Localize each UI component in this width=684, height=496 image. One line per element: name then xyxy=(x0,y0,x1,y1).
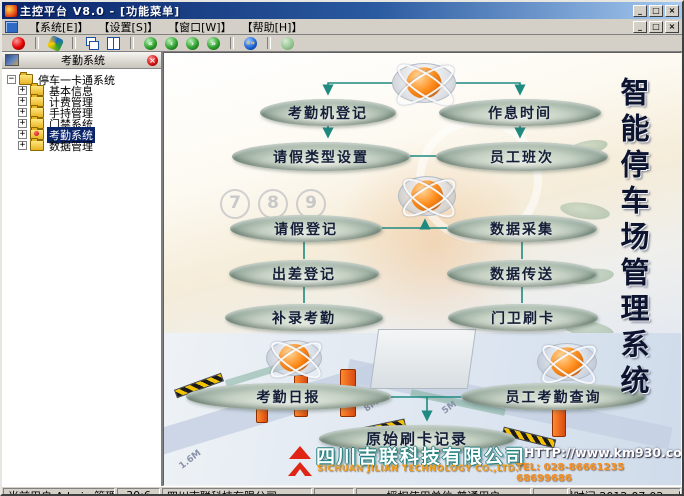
tile-windows-icon[interactable] xyxy=(107,37,120,50)
sidebar-header: 考勤系统 × xyxy=(2,52,161,69)
flow-node-leave-register[interactable]: 请假登记 xyxy=(230,215,382,242)
module-tree: − 停车一卡通系统 + 基本信息 + 计费管理 + 手持管理 xyxy=(2,69,161,156)
toolbar-separator xyxy=(267,37,271,49)
flow-node-business-trip-register[interactable]: 出差登记 xyxy=(229,260,379,287)
nav-last-icon[interactable]: » xyxy=(207,37,220,50)
app-icon xyxy=(5,5,17,17)
globe-icon xyxy=(266,340,322,376)
toolbar-separator xyxy=(72,37,76,49)
app-window: 主控平台 V8.0 - [功能菜单] _ □ × 【系统[E]】 【设置[S]】… xyxy=(0,0,684,496)
nav-first-icon[interactable]: « xyxy=(144,37,157,50)
main-canvas: 7 8 9 8M xyxy=(163,52,682,486)
flow-node-work-schedule[interactable]: 作息时间 xyxy=(439,99,601,126)
menu-help[interactable]: 【帮助[H]】 xyxy=(237,19,308,35)
website-icon[interactable]: »» xyxy=(244,37,257,50)
cascade-windows-icon[interactable] xyxy=(86,37,99,50)
toolbar: « ‹ › » »» xyxy=(2,35,682,52)
title-bar: 主控平台 V8.0 - [功能菜单] _ □ × xyxy=(2,2,682,19)
company-name-en: SICHUAN JILIAN TECHNOLOGY CO.,LTD. xyxy=(317,464,519,474)
expand-icon[interactable]: + xyxy=(18,141,27,150)
tree-item-data-mgmt[interactable]: + 数据管理 xyxy=(18,140,159,151)
company-website[interactable]: HTTP://www.km930.com xyxy=(524,445,682,460)
toolbar-separator xyxy=(130,37,134,49)
module-icon xyxy=(5,54,19,66)
expand-icon[interactable]: + xyxy=(18,119,27,128)
menu-window[interactable]: 【窗口[W]】 xyxy=(163,19,236,35)
globe-icon xyxy=(398,176,456,216)
company-logo xyxy=(286,446,314,476)
weekday-value: 星期一 xyxy=(677,488,681,496)
close-icon[interactable]: × xyxy=(665,5,679,17)
online-status-icon[interactable] xyxy=(281,37,294,50)
nav-next-icon[interactable]: › xyxy=(186,37,199,50)
restore-icon[interactable]: □ xyxy=(649,5,663,17)
sidebar-title: 考勤系统 xyxy=(19,52,147,68)
sidebar-close-icon[interactable]: × xyxy=(147,55,158,66)
dimension-label: 1.6M xyxy=(178,448,204,471)
globe-icon xyxy=(537,343,597,381)
expand-icon[interactable]: + xyxy=(18,108,27,117)
flow-node-data-transfer[interactable]: 数据传送 xyxy=(447,260,597,287)
flow-node-attendance-machine-register[interactable]: 考勤机登记 xyxy=(260,99,396,126)
status-bar: 当前用户:Admin 管理员 30:6 四川吉联科技有限公司 授权使用单位:普通… xyxy=(2,486,682,496)
dimension-label: 5M xyxy=(441,400,459,417)
server-time-value: 服务器时间:2012-07-02 xyxy=(570,488,663,496)
system-icon[interactable] xyxy=(47,34,64,51)
child-close-icon[interactable]: × xyxy=(665,21,679,33)
nav-prev-icon[interactable]: ‹ xyxy=(165,37,178,50)
status-counter: 30:6 xyxy=(117,488,160,496)
expand-icon[interactable]: + xyxy=(18,97,27,106)
company-telephone: TEL: 028-86661235 68699686 xyxy=(516,462,681,484)
menu-settings[interactable]: 【设置[S]】 xyxy=(94,19,164,35)
child-minimize-icon[interactable]: _ xyxy=(633,21,647,33)
exit-icon[interactable] xyxy=(12,37,25,50)
status-license: 授权使用单位:普通用户 xyxy=(356,488,531,496)
flow-node-supplement-attendance[interactable]: 补录考勤 xyxy=(225,304,383,331)
vertical-banner-title: 智能停车场管理系统 xyxy=(612,77,654,425)
status-current-user: 当前用户:Admin 管理员 xyxy=(3,488,115,496)
minimize-icon[interactable]: _ xyxy=(633,5,647,17)
child-restore-icon[interactable]: □ xyxy=(649,21,663,33)
flow-node-data-collection[interactable]: 数据采集 xyxy=(447,215,597,242)
menu-system[interactable]: 【系统[E]】 xyxy=(24,19,94,35)
sidebar: 考勤系统 × − 停车一卡通系统 + 基本信息 + 计费管理 xyxy=(2,52,163,486)
status-server-time: 服务器时间:2012-07-02 星期一 xyxy=(570,488,681,496)
flow-node-leave-type-setup[interactable]: 请假类型设置 xyxy=(232,142,410,171)
toolbar-separator xyxy=(230,37,234,49)
status-spacer xyxy=(314,488,354,496)
expand-icon[interactable]: + xyxy=(18,86,27,95)
status-spacer xyxy=(533,488,568,496)
menu-bar: 【系统[E]】 【设置[S]】 【窗口[W]】 【帮助[H]】 _ □ × xyxy=(2,19,682,35)
child-window-icon[interactable] xyxy=(5,21,18,33)
collapse-icon[interactable]: − xyxy=(7,75,16,84)
toolbar-separator xyxy=(35,37,39,49)
status-company: 四川吉联科技有限公司 xyxy=(162,488,312,496)
flow-node-guard-swipe[interactable]: 门卫刷卡 xyxy=(448,304,598,331)
flow-node-employee-shift[interactable]: 员工班次 xyxy=(436,142,608,171)
window-title: 主控平台 V8.0 - [功能菜单] xyxy=(20,3,630,19)
flow-node-attendance-daily-report[interactable]: 考勤日报 xyxy=(186,383,391,410)
globe-icon xyxy=(392,63,456,103)
expand-icon[interactable]: + xyxy=(18,130,27,139)
folder-icon xyxy=(30,140,44,151)
